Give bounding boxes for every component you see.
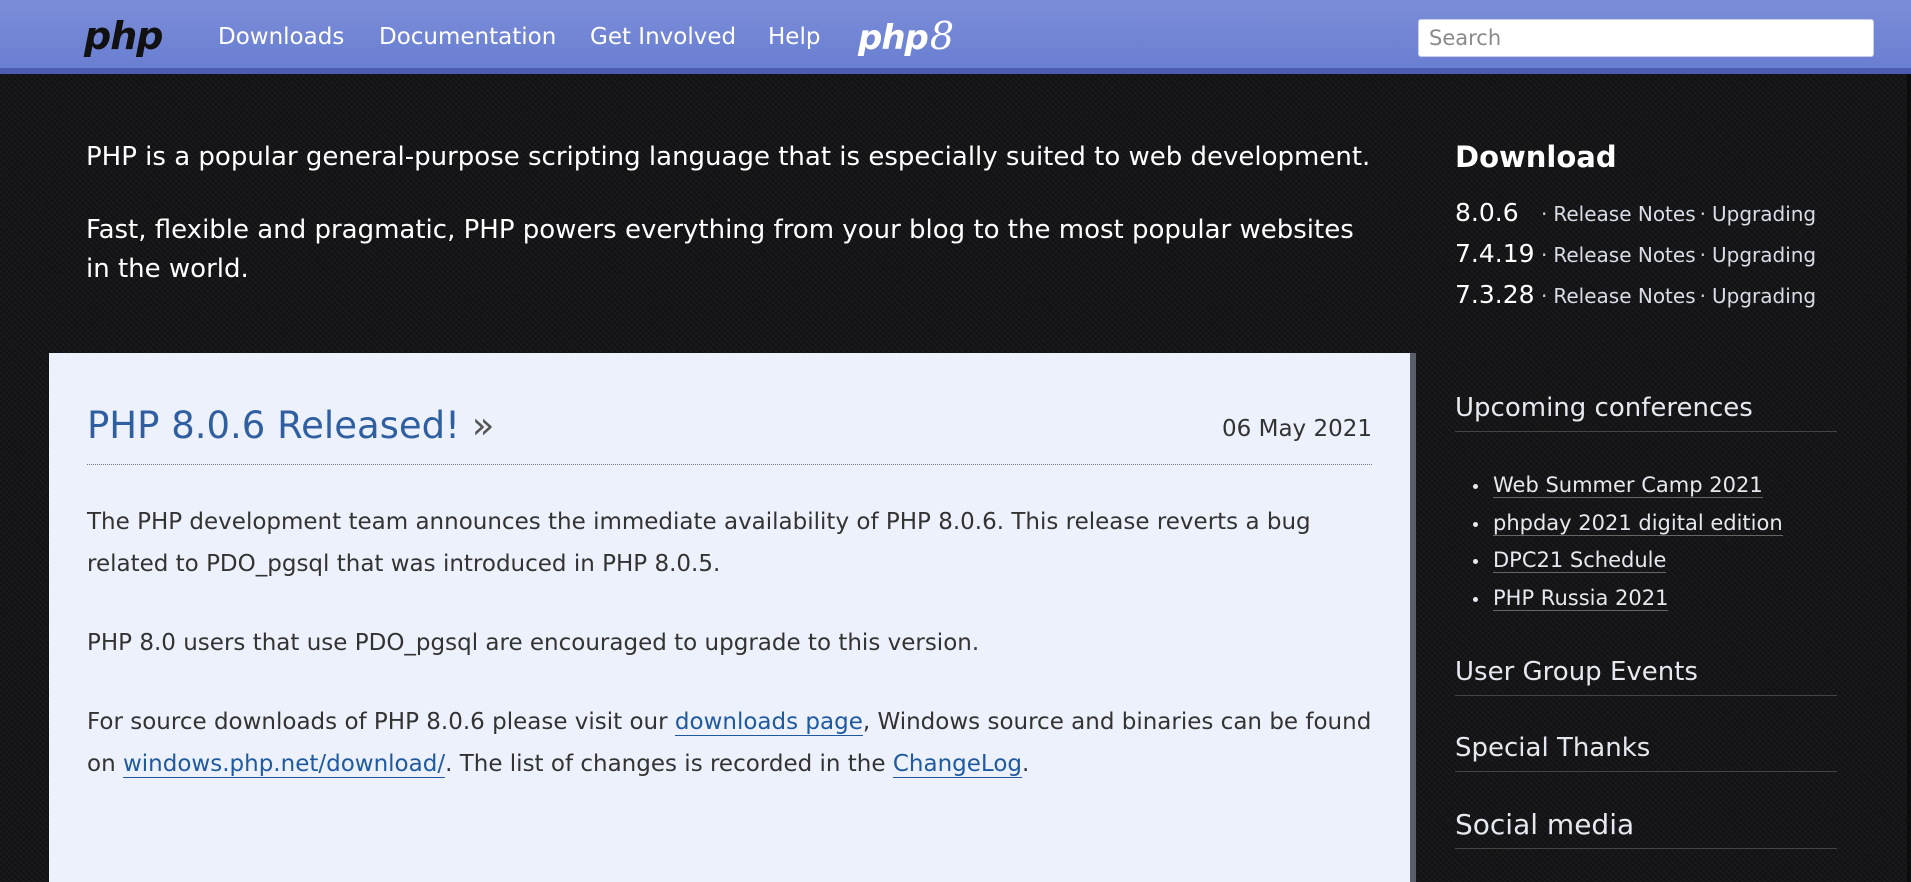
intro-section: PHP is a popular general-purpose scripti… (86, 138, 1376, 323)
news-date: 06 May 2021 (1222, 416, 1372, 442)
version-link[interactable]: 7.3.28 (1455, 279, 1537, 311)
nav-link-downloads[interactable]: Downloads (218, 20, 344, 54)
separator-dot: · (1541, 284, 1548, 308)
news-p3-text-3: . The list of changes is recorded in the (445, 751, 893, 777)
intro-line-1: PHP is a popular general-purpose scripti… (86, 142, 1371, 172)
separator-dot: · (1699, 284, 1706, 308)
release-notes-link[interactable]: Release Notes (1553, 243, 1695, 267)
download-row: 7.4.19 · Release Notes · Upgrading (1455, 238, 1816, 271)
user-group-events-link[interactable]: User Group Events (1455, 653, 1837, 696)
upgrading-link[interactable]: Upgrading (1712, 202, 1816, 226)
version-link[interactable]: 8.0.6 (1455, 197, 1537, 229)
list-item: phpday 2021 digital edition (1473, 505, 1783, 543)
windows-download-link[interactable]: windows.php.net/download/ (122, 751, 446, 778)
nav-link-help[interactable]: Help (768, 20, 820, 54)
upgrading-link[interactable]: Upgrading (1712, 243, 1816, 267)
news-title-link[interactable]: PHP 8.0.6 Released! » (87, 401, 494, 451)
release-notes-link[interactable]: Release Notes (1553, 202, 1695, 226)
upcoming-conferences-heading[interactable]: Upcoming conferences (1455, 389, 1837, 432)
top-navbar: php Downloads Documentation Get Involved… (0, 0, 1911, 74)
download-heading: Download (1455, 140, 1617, 174)
downloads-page-link[interactable]: downloads page (674, 709, 863, 736)
nav-link-get-involved[interactable]: Get Involved (590, 20, 736, 54)
intro-line-2: Fast, flexible and pragmatic, PHP powers… (86, 215, 1354, 284)
php8-logo-digit: 8 (929, 14, 954, 58)
separator-dot: · (1699, 243, 1706, 267)
php8-logo-text: php (858, 18, 929, 58)
news-p3-text-4: . (1022, 751, 1030, 777)
conference-list: Web Summer Camp 2021 phpday 2021 digital… (1455, 467, 1783, 617)
news-paragraph-2: PHP 8.0 users that use PDO_pgsql are enc… (87, 630, 980, 656)
special-thanks-link[interactable]: Special Thanks (1455, 729, 1837, 772)
news-title-text: PHP 8.0.6 Released! (87, 404, 460, 447)
download-row: 8.0.6 · Release Notes · Upgrading (1455, 197, 1816, 230)
list-item: PHP Russia 2021 (1473, 580, 1783, 618)
news-p3-text-1: For source downloads of PHP 8.0.6 please… (87, 709, 675, 735)
list-item: DPC21 Schedule (1473, 542, 1783, 580)
social-media-heading[interactable]: Social media (1455, 806, 1837, 849)
php8-logo[interactable]: php8 (858, 14, 954, 58)
news-paragraph-3: For source downloads of PHP 8.0.6 please… (87, 701, 1377, 785)
conference-link[interactable]: PHP Russia 2021 (1493, 585, 1669, 611)
changelog-link[interactable]: ChangeLog (892, 751, 1022, 778)
separator-dot: · (1541, 243, 1548, 267)
scrollbar-track[interactable] (1907, 74, 1911, 882)
version-link[interactable]: 7.4.19 (1455, 238, 1537, 270)
download-row: 7.3.28 · Release Notes · Upgrading (1455, 279, 1816, 312)
news-divider (87, 464, 1372, 465)
search-input[interactable] (1418, 19, 1874, 57)
separator-dot: · (1541, 202, 1548, 226)
nav-link-documentation[interactable]: Documentation (379, 20, 556, 54)
php-logo-link[interactable]: php (84, 12, 163, 60)
news-paragraph-1: The PHP development team announces the i… (87, 509, 1311, 577)
news-body: The PHP development team announces the i… (87, 501, 1377, 822)
list-item: Web Summer Camp 2021 (1473, 467, 1783, 505)
conference-link[interactable]: phpday 2021 digital edition (1493, 510, 1783, 536)
separator-dot: · (1699, 202, 1706, 226)
conference-link[interactable]: DPC21 Schedule (1493, 548, 1667, 573)
news-article-card: PHP 8.0.6 Released! » 06 May 2021 The PH… (49, 353, 1416, 882)
conference-link[interactable]: Web Summer Camp 2021 (1493, 473, 1763, 498)
raquo-icon: » (471, 404, 495, 447)
upgrading-link[interactable]: Upgrading (1712, 284, 1816, 308)
release-notes-link[interactable]: Release Notes (1553, 284, 1695, 308)
